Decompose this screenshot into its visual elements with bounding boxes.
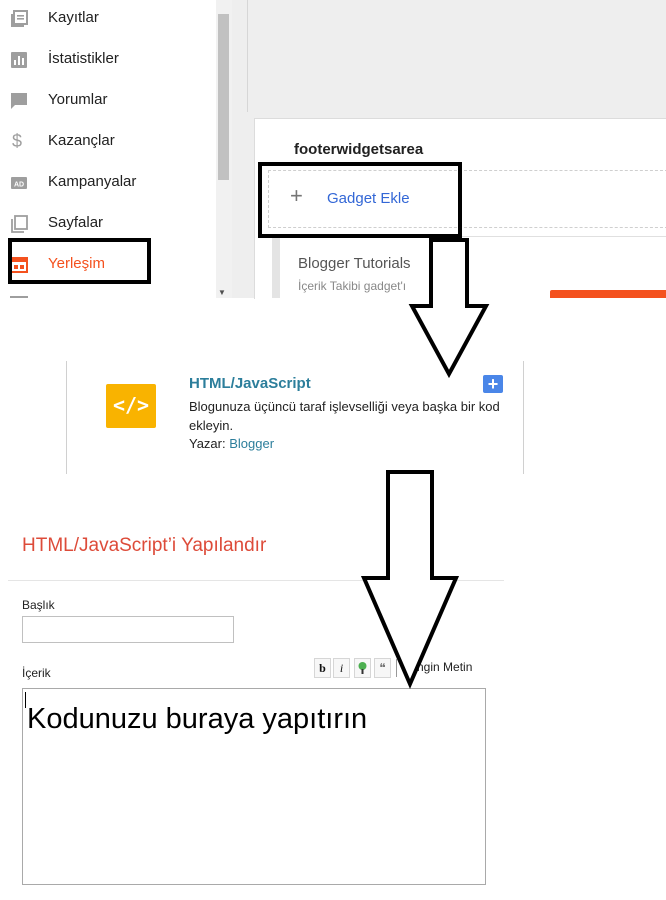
bold-button[interactable]: b [314,658,331,678]
gadget-list-author: Yazar: Blogger [189,436,274,451]
gadget-list-description: Blogunuza üçüncü taraf işlevselliği veya… [189,399,500,433]
sidebar-item-comments[interactable]: Yorumlar [0,80,215,121]
text-caret [25,692,26,708]
title-field-label: Başlık [22,598,55,612]
toolbar-separator [396,659,397,677]
dollar-icon: $ [12,131,23,151]
section-title: footerwidgetsarea [294,141,424,158]
sidebar-item-campaigns[interactable]: AD Kampanyalar [0,162,215,203]
divider [247,0,248,112]
content-editor-text[interactable]: Kodunuzu buraya yapıtırın [27,703,367,736]
italic-button[interactable]: i [333,658,350,678]
save-arrangement-button[interactable] [550,290,666,298]
highlight-box-layout [8,238,151,284]
gadget-subtitle: İçerik Takibi gadget'ı [298,279,407,293]
sidebar-item-label: Yorumlar [48,91,108,108]
gadget-title: Blogger Tutorials [298,255,411,272]
sidebar-item-posts[interactable]: Kayıtlar [0,0,215,39]
sidebar-item-label: İstatistikler [48,50,119,67]
quote-button[interactable]: ❝ [374,658,391,678]
comments-icon [11,93,27,109]
sidebar-item-stats[interactable]: İstatistikler [0,39,215,80]
code-icon-glyph: </> [112,393,150,417]
link-icon [358,662,367,674]
code-icon: </> [106,384,156,428]
sidebar-item-earnings[interactable]: $ Kazançlar [0,121,215,162]
sidebar-item-label: Sayfalar [48,214,104,231]
scroll-down-icon[interactable]: ▼ [218,288,226,297]
sidebar-item-label: Kampanyalar [48,173,137,190]
configure-title: HTML/JavaScript’i Yapılandır [22,535,267,556]
drag-handle[interactable] [272,238,280,298]
posts-icon [11,10,28,27]
sidebar-item-label: Kayıtlar [48,9,99,26]
ad-icon: AD [11,177,27,189]
sidebar-item-label: Kazançlar [48,132,115,149]
link-button[interactable] [354,658,371,678]
pages-icon [11,215,28,233]
divider [8,580,504,581]
title-field[interactable] [22,616,234,643]
rich-text-toggle[interactable]: Zengin Metin [403,660,472,674]
author-label: Yazar: [189,436,226,451]
svg-text:AD: AD [14,182,24,189]
highlight-box-add-gadget [258,162,462,238]
plus-icon[interactable]: + [483,375,503,393]
author-link[interactable]: Blogger [229,436,274,451]
partial-icon [10,296,28,298]
content-field-label: İçerik [22,666,51,680]
gadget-list-title[interactable]: HTML/JavaScript [189,375,311,392]
stats-icon [11,52,27,68]
sidebar-scrollbar-thumb[interactable] [218,14,229,180]
blogger-dashboard-panel: Kayıtlar İstatistikler Yorumlar $ Kazanç… [0,0,666,299]
sidebar-item-partial[interactable] [0,286,215,298]
